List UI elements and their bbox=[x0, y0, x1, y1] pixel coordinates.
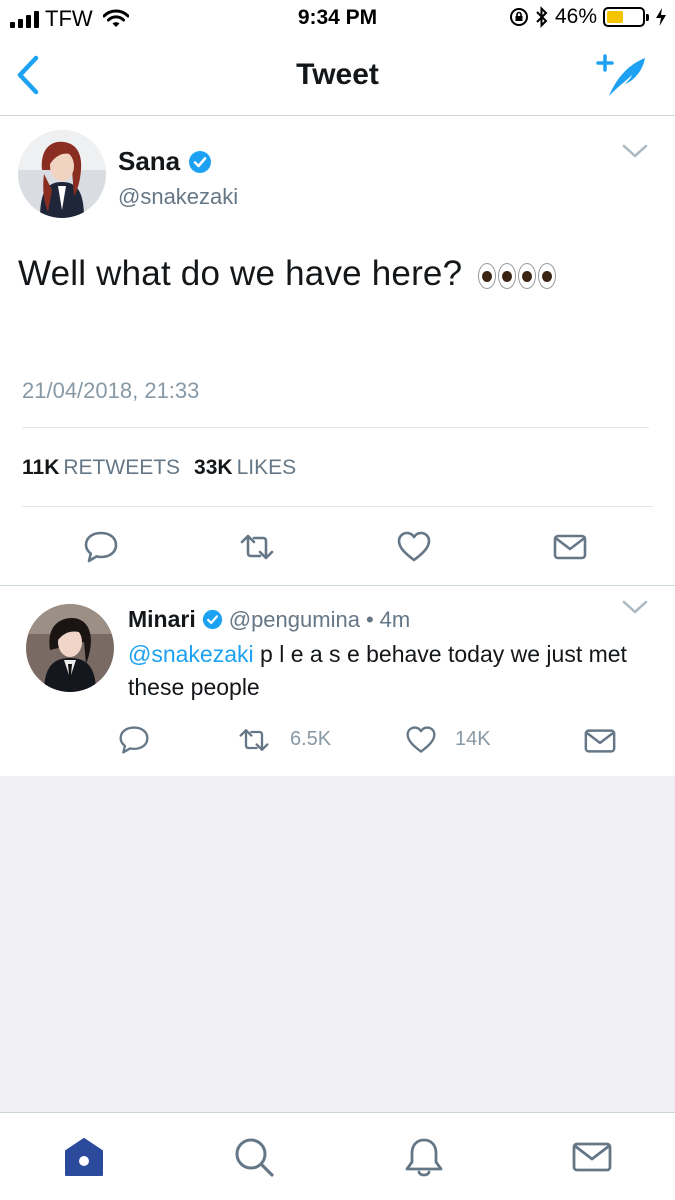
user-handle[interactable]: @snakezaki bbox=[118, 184, 238, 210]
chevron-down-icon[interactable] bbox=[621, 142, 649, 160]
divider bbox=[22, 427, 649, 428]
search-icon[interactable] bbox=[232, 1135, 276, 1179]
direct-message-icon[interactable] bbox=[583, 724, 617, 758]
retweet-icon[interactable] bbox=[239, 529, 275, 565]
avatar[interactable] bbox=[18, 130, 106, 218]
status-right: 46% bbox=[509, 5, 667, 29]
eyes-emoji-icon bbox=[478, 262, 557, 289]
author-row: Sana bbox=[118, 146, 212, 177]
tweet-text: Well what do we have here? bbox=[18, 254, 557, 294]
reply-time: 4m bbox=[379, 606, 411, 632]
status-bar: TFW 9:34 PM 46% bbox=[0, 0, 675, 38]
tab-bar bbox=[0, 1112, 675, 1200]
retweets-count: 11K bbox=[22, 456, 60, 479]
avatar[interactable] bbox=[26, 604, 114, 692]
retweets-label: RETWEETS bbox=[63, 456, 181, 479]
compose-tweet-icon[interactable] bbox=[595, 52, 651, 100]
tweet-stats: 11K RETWEETS 33K LIKES bbox=[22, 456, 296, 480]
tweet-actions bbox=[0, 521, 675, 571]
nav-bar: Tweet bbox=[0, 38, 675, 116]
verified-badge-icon bbox=[189, 150, 212, 173]
divider bbox=[22, 506, 653, 507]
chevron-down-icon[interactable] bbox=[621, 598, 649, 616]
notifications-icon[interactable] bbox=[402, 1135, 446, 1179]
direct-message-icon[interactable] bbox=[552, 529, 588, 565]
retweet-icon[interactable] bbox=[236, 724, 272, 756]
separator: • bbox=[365, 606, 374, 632]
tweet-body: Well what do we have here? bbox=[18, 254, 463, 293]
reply-tweet[interactable]: Minari @pengumina • 4m @snakezaki p l e … bbox=[0, 586, 675, 776]
like-count: 14K bbox=[455, 728, 491, 750]
mention-link[interactable]: @snakezaki bbox=[128, 641, 254, 667]
battery-icon bbox=[603, 7, 649, 27]
reply-text: @snakezaki p l e a s e behave today we j… bbox=[128, 638, 663, 704]
reply-icon[interactable] bbox=[118, 724, 150, 756]
display-name[interactable]: Minari bbox=[128, 606, 196, 633]
reply-author-row: Minari @pengumina • 4m bbox=[128, 606, 410, 633]
likes-count: 33K bbox=[194, 456, 233, 479]
retweet-count: 6.5K bbox=[290, 728, 332, 750]
home-icon[interactable] bbox=[62, 1135, 106, 1179]
page-title: Tweet bbox=[296, 58, 379, 91]
tweet-timestamp: 21/04/2018, 21:33 bbox=[22, 378, 200, 403]
like-heart-icon[interactable] bbox=[405, 724, 437, 756]
rotation-lock-icon bbox=[509, 8, 528, 26]
retweets-stat[interactable]: 11K RETWEETS bbox=[22, 456, 180, 480]
bluetooth-icon bbox=[536, 6, 548, 28]
display-name[interactable]: Sana bbox=[118, 146, 180, 177]
charging-icon bbox=[656, 8, 666, 26]
likes-stat[interactable]: 33K LIKES bbox=[194, 456, 296, 480]
reply-actions: 6.5K 14K bbox=[0, 724, 675, 760]
user-handle[interactable]: @pengumina bbox=[229, 607, 360, 633]
main-tweet: Sana @snakezaki Well what do we have her… bbox=[0, 116, 675, 586]
likes-label: LIKES bbox=[236, 456, 297, 479]
messages-icon[interactable] bbox=[570, 1135, 614, 1179]
battery-percent: 46% bbox=[554, 5, 597, 28]
verified-badge-icon bbox=[202, 609, 222, 630]
like-heart-icon[interactable] bbox=[396, 529, 432, 565]
empty-area bbox=[0, 776, 675, 1112]
reply-icon[interactable] bbox=[83, 529, 119, 565]
